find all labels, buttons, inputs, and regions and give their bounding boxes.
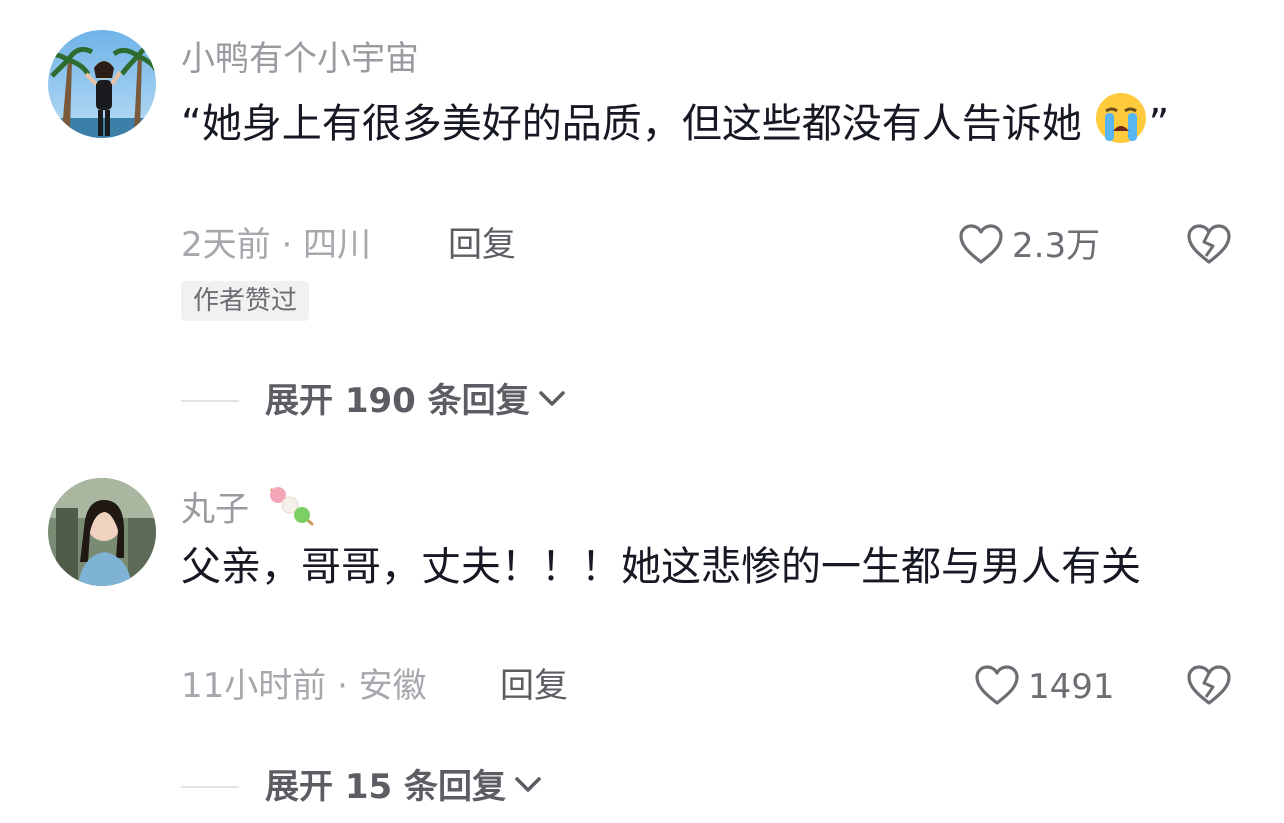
heart-icon xyxy=(974,664,1020,710)
dango-icon xyxy=(266,484,318,538)
chevron-down-icon xyxy=(514,776,542,798)
author-liked-badge: 作者赞过 xyxy=(181,281,310,321)
comment-text: 父亲，哥哥，丈夫！！！她这悲惨的一生都与男人有关 xyxy=(181,544,1141,590)
divider-line xyxy=(181,786,239,788)
avatar[interactable] xyxy=(48,478,156,586)
like-button[interactable]: 1491 xyxy=(974,664,1115,710)
loudly-crying-face-icon xyxy=(1094,91,1148,161)
username[interactable]: 丸子 xyxy=(181,484,318,538)
heart-icon xyxy=(958,223,1004,269)
broken-heart-icon[interactable] xyxy=(1186,223,1232,269)
username[interactable]: 小鸭有个小宇宙 xyxy=(181,38,419,80)
comment-text-body: “她身上有很多美好的品质，但这些都没有人告诉她 xyxy=(181,101,1082,147)
expand-replies-label: 展开 190 条回复 xyxy=(265,381,530,421)
comment-time-location: 2天前 · 四川 xyxy=(181,225,372,265)
expand-replies-button[interactable]: 展开 190 条回复 xyxy=(181,380,566,422)
like-button[interactable]: 2.3万 xyxy=(958,223,1100,269)
comment-text: “她身上有很多美好的品质，但这些都没有人告诉她 ” xyxy=(181,91,1241,161)
reply-button[interactable]: 回复 xyxy=(500,665,568,707)
avatar[interactable] xyxy=(48,30,156,138)
expand-replies-label: 展开 15 条回复 xyxy=(265,767,506,807)
like-count: 1491 xyxy=(1028,667,1115,707)
reply-button[interactable]: 回复 xyxy=(448,224,516,266)
expand-replies-button[interactable]: 展开 15 条回复 xyxy=(181,766,542,808)
divider-line xyxy=(181,400,239,402)
comment-text-tail: ” xyxy=(1148,101,1170,147)
chevron-down-icon xyxy=(538,390,566,412)
broken-heart-icon[interactable] xyxy=(1186,664,1232,710)
comment-time-location: 11小时前 · 安徽 xyxy=(181,666,427,706)
like-count: 2.3万 xyxy=(1012,226,1101,266)
username-text: 丸子 xyxy=(181,489,249,530)
